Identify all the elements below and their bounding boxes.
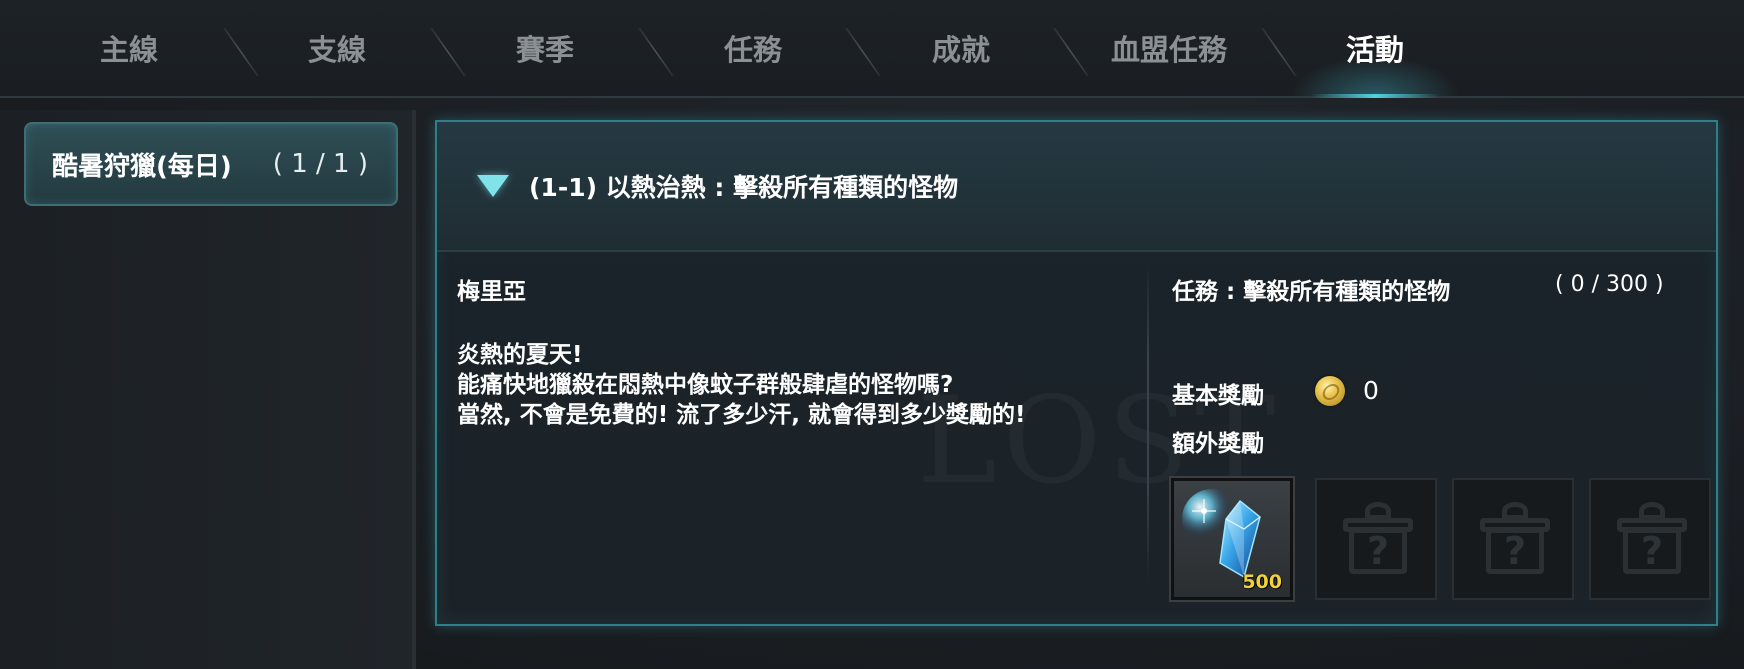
mystery-gift-icon: ?	[1480, 502, 1550, 578]
quest-window: 主線 支線 賽季 任務 成就 血盟任務 活動 酷暑狩獵(每日) ( 1 / 1 …	[0, 0, 1744, 669]
base-reward-value: 0	[1363, 376, 1379, 405]
dialogue-line: 當然, 不會是免費的! 流了多少汗, 就會得到多少獎勵的!	[457, 402, 1026, 428]
reward-slot[interactable]: ?	[1452, 478, 1574, 600]
tab-mission[interactable]: 任務	[658, 0, 848, 96]
reward-slot[interactable]: ?	[1589, 478, 1711, 600]
tab-main-quest[interactable]: 主線	[34, 0, 224, 96]
quest-header[interactable]: (1-1) 以熱治熱 : 擊殺所有種類的怪物	[437, 122, 1716, 252]
quest-objective-progress: ( 0 / 300 )	[1555, 272, 1664, 297]
mystery-gift-icon: ?	[1343, 502, 1413, 578]
dialogue-line: 炎熱的夏天!	[457, 342, 583, 368]
npc-name: 梅里亞	[457, 279, 526, 305]
quest-list-item-label: 酷暑狩獵(每日)	[52, 151, 232, 182]
tab-achievement[interactable]: 成就	[866, 0, 1056, 96]
quest-list-panel: 酷暑狩獵(每日) ( 1 / 1 )	[0, 110, 416, 669]
collapse-triangle-icon[interactable]	[477, 175, 509, 197]
quest-list-item-summer-hunt[interactable]: 酷暑狩獵(每日) ( 1 / 1 )	[24, 122, 398, 206]
dialogue-line: 能痛快地獵殺在悶熱中像蚊子群般肆虐的怪物嗎?	[457, 372, 954, 398]
base-reward-label: 基本獎勵	[1172, 383, 1264, 409]
quest-list-item-count: ( 1 / 1 )	[272, 149, 368, 179]
quest-dialogue: 炎熱的夏天! 能痛快地獵殺在悶熱中像蚊子群般肆虐的怪物嗎? 當然, 不會是免費的…	[457, 340, 1097, 430]
extra-reward-label: 額外獎勵	[1172, 431, 1264, 457]
tab-side-quest[interactable]: 支線	[242, 0, 432, 96]
vertical-divider	[1147, 262, 1149, 582]
quest-objective: 任務 : 擊殺所有種類的怪物	[1172, 279, 1451, 305]
tab-event[interactable]: 活動	[1280, 0, 1470, 98]
mystery-gift-icon: ?	[1617, 502, 1687, 578]
reward-quantity: 500	[1242, 571, 1282, 593]
gold-coin-icon	[1315, 376, 1345, 406]
reward-slot[interactable]: ?	[1315, 478, 1437, 600]
quest-detail-panel: LOST (1-1) 以熱治熱 : 擊殺所有種類的怪物 梅里亞 炎熱的夏天! 能…	[435, 120, 1718, 626]
reward-slot[interactable]: 500	[1169, 476, 1295, 602]
tab-season[interactable]: 賽季	[450, 0, 640, 96]
quest-title: (1-1) 以熱治熱 : 擊殺所有種類的怪物	[529, 173, 959, 202]
tab-clan-mission[interactable]: 血盟任務	[1074, 0, 1264, 96]
tab-event-label: 活動	[1345, 33, 1404, 67]
tab-bar: 主線 支線 賽季 任務 成就 血盟任務 活動	[0, 0, 1744, 98]
